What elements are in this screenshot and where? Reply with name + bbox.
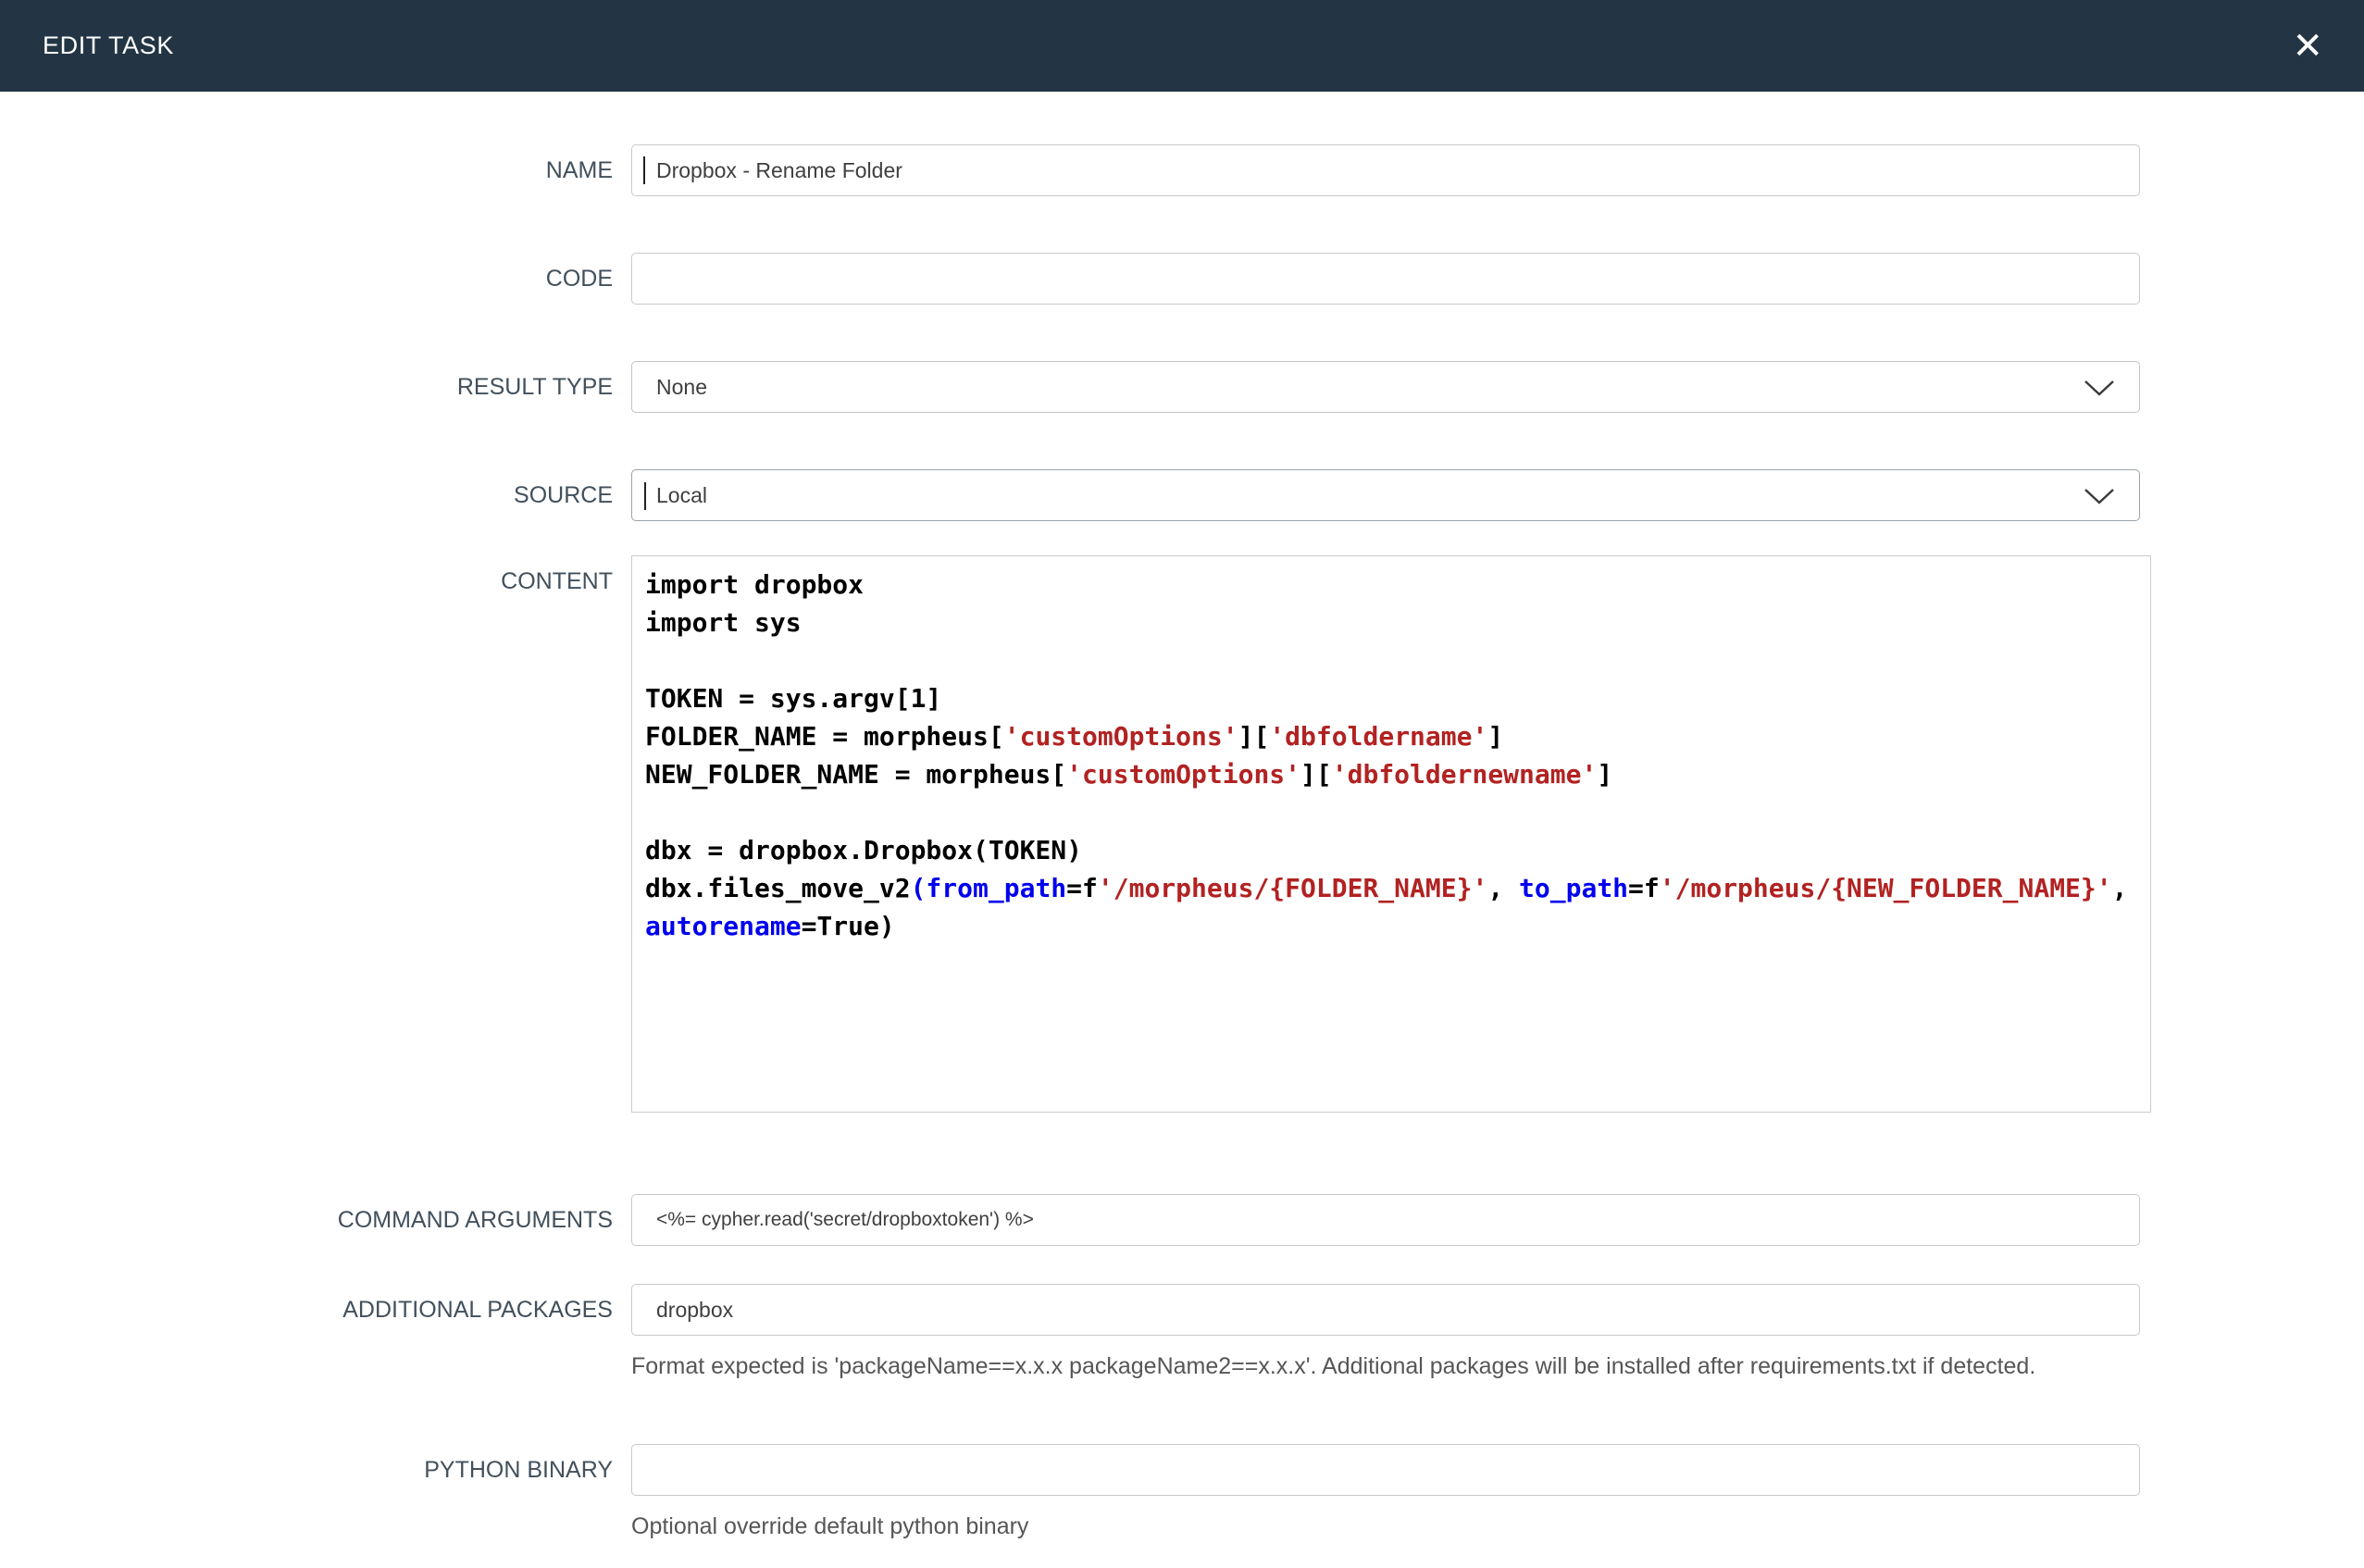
name-label: NAME xyxy=(0,144,613,196)
source-row: SOURCE Local xyxy=(0,469,2364,521)
result-type-label: RESULT TYPE xyxy=(0,361,613,413)
command-arguments-row: COMMAND ARGUMENTS xyxy=(0,1194,2364,1246)
content-row: CONTENT import dropboximport sys TOKEN =… xyxy=(0,555,2364,1113)
source-label: SOURCE xyxy=(0,469,613,521)
chevron-down-icon xyxy=(2084,487,2115,505)
close-icon: ✕ xyxy=(2292,25,2323,68)
result-type-row: RESULT TYPE None xyxy=(0,361,2364,413)
code-input[interactable] xyxy=(631,253,2140,305)
text-cursor xyxy=(644,482,646,510)
page-title: EDIT TASK xyxy=(43,31,174,60)
result-type-select[interactable]: None xyxy=(631,361,2140,413)
content-label: CONTENT xyxy=(0,555,613,607)
name-input[interactable] xyxy=(631,144,2140,196)
source-selected-value: Local xyxy=(656,483,707,508)
python-binary-label: PYTHON BINARY xyxy=(0,1444,613,1496)
name-row: NAME xyxy=(0,144,2364,196)
python-binary-help: Optional override default python binary xyxy=(631,1511,2094,1543)
command-arguments-label: COMMAND ARGUMENTS xyxy=(0,1194,613,1246)
edit-task-form: NAME CODE RESULT TYPE None SOURCE xyxy=(0,92,2364,1543)
chevron-down-icon xyxy=(2084,379,2115,397)
code-content: import dropboximport sys TOKEN = sys.arg… xyxy=(645,566,2137,945)
additional-packages-input[interactable] xyxy=(631,1284,2140,1336)
source-select[interactable]: Local xyxy=(631,469,2140,521)
close-button[interactable]: ✕ xyxy=(2292,28,2323,65)
python-binary-input[interactable] xyxy=(631,1444,2140,1496)
code-row: CODE xyxy=(0,253,2364,305)
additional-packages-help: Format expected is 'packageName==x.x.x p… xyxy=(631,1350,2094,1383)
result-type-selected-value: None xyxy=(656,375,707,400)
content-code-editor[interactable]: import dropboximport sys TOKEN = sys.arg… xyxy=(631,555,2151,1113)
additional-packages-label: ADDITIONAL PACKAGES xyxy=(0,1284,613,1336)
python-binary-row: PYTHON BINARY Optional override default … xyxy=(0,1444,2364,1543)
modal-header: EDIT TASK ✕ xyxy=(0,0,2364,92)
command-arguments-input[interactable] xyxy=(631,1194,2140,1246)
additional-packages-row: ADDITIONAL PACKAGES Format expected is '… xyxy=(0,1284,2364,1383)
code-label: CODE xyxy=(0,253,613,305)
